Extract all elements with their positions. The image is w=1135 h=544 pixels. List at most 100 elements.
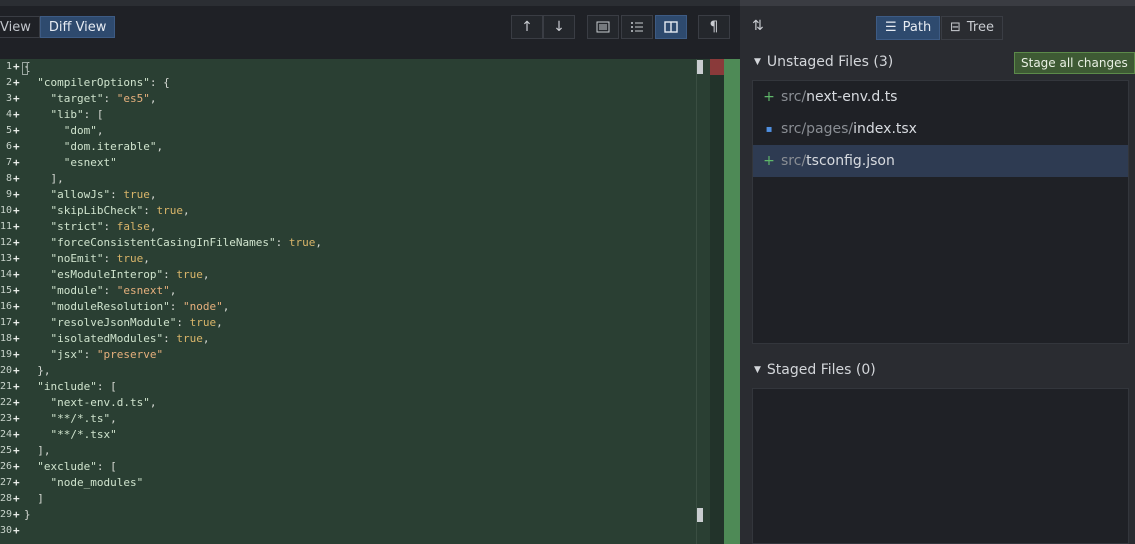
code-text: }, [24,364,51,377]
code-text: "strict": false, [50,220,157,233]
code-line: 8 + ], [0,171,696,187]
code-text: ], [24,172,64,185]
inline-view-icon [596,21,610,33]
line-number: 30 [0,525,13,536]
inline-view-button[interactable] [587,15,619,39]
editor-scrollbar[interactable] [696,59,711,544]
added-file-icon: + [763,89,775,105]
file-name: index.tsx [853,121,917,137]
added-line-icon: + [13,252,20,265]
code-text: ], [24,444,51,457]
stage-all-button[interactable]: Stage all changes [1014,52,1135,74]
code-text: "**/*.tsx" [50,428,117,441]
scroll-marker-top [697,60,703,74]
code-line: 30 + [0,523,696,539]
file-name: tsconfig.json [806,153,895,169]
code-text: "dom.iterable", [63,140,164,153]
line-number: 28 [0,493,13,504]
code-text: "isolatedModules": true, [50,332,210,345]
code-line: 15 + "module": "esnext", [0,283,696,299]
line-number: 22 [0,397,13,408]
file-list-item[interactable]: + src/tsconfig.json [753,145,1128,177]
view-tabs: View Diff View [0,16,116,38]
code-text: "module": "esnext", [50,284,177,297]
code-line: 13 + "noEmit": true, [0,251,696,267]
line-number: 9 [5,189,12,200]
list-icon: ☰ [885,20,897,35]
scroll-marker-bottom [697,508,703,522]
code-line: 1 +{ [0,59,696,75]
code-text: "resolveJsonModule": true, [50,316,223,329]
staged-file-list [752,388,1129,544]
code-text: "esnext" [63,156,117,169]
added-line-icon: + [13,428,20,441]
added-overview [724,59,740,544]
line-number: 20 [0,365,13,376]
added-line-icon: + [13,124,20,137]
code-text: "allowJs": true, [50,188,157,201]
unstaged-file-list: + src/next-env.d.ts ▪ src/pages/index.tsx + s… [752,80,1129,344]
code-text: "moduleResolution": "node", [50,300,230,313]
code-editor[interactable]: 1 +{2 + "compilerOptions": {3 + "target": "… [0,59,710,544]
added-line-icon: + [13,236,20,249]
file-directory: src/ [781,153,807,169]
added-line-icon: + [13,332,20,345]
line-number: 21 [0,381,13,392]
code-text: "node_modules" [50,476,144,489]
line-number: 16 [0,301,13,312]
code-text: "exclude": [ [37,460,117,473]
split-view-button[interactable] [655,15,687,39]
file-directory: src/ [781,89,807,105]
line-number: 19 [0,349,13,360]
unstaged-section-header[interactable]: ▼ Unstaged Files (3) [754,54,893,70]
sort-icon[interactable]: ⇅ [752,18,764,34]
file-list-item[interactable]: + src/next-env.d.ts [753,81,1128,113]
code-line: 5 + "dom", [0,123,696,139]
added-line-icon: + [13,476,20,489]
modified-file-icon: ▪ [765,123,773,135]
line-number: 27 [0,477,13,488]
added-line-icon: + [13,188,20,201]
tab-view[interactable]: View [0,16,40,38]
line-number: 7 [5,157,12,168]
show-whitespace-button[interactable]: ¶ [698,15,730,39]
added-line-icon: + [13,316,20,329]
code-line: 10 + "skipLibCheck": true, [0,203,696,219]
file-list-item[interactable]: ▪ src/pages/index.tsx [753,113,1128,145]
code-text: "forceConsistentCasingInFileNames": true… [50,236,323,249]
code-text: "jsx": "preserve" [50,348,164,361]
code-text: "dom", [63,124,104,137]
line-number: 24 [0,429,13,440]
code-line: 7 + "esnext" [0,155,696,171]
panel-top-strip [740,0,1135,6]
code-line: 2 + "compilerOptions": { [0,75,696,91]
added-line-icon: + [13,76,20,89]
code-line: 11 + "strict": false, [0,219,696,235]
added-line-icon: + [13,364,20,377]
line-number: 10 [0,205,13,216]
code-line: 16 + "moduleResolution": "node", [0,299,696,315]
code-text: "skipLibCheck": true, [50,204,190,217]
tab-diff-view[interactable]: Diff View [39,16,116,38]
code-line: 9 + "allowJs": true, [0,187,696,203]
path-view-button[interactable]: ☰ Path [876,16,941,40]
added-line-icon: + [13,412,20,425]
code-line: 19 + "jsx": "preserve" [0,347,696,363]
list-view-button[interactable] [621,15,653,39]
added-line-icon: + [13,348,20,361]
diff-pane: View Diff View ↑ ↓ ¶ 1 +{2 + "compilerOpti… [0,0,740,544]
added-line-icon: + [13,524,20,537]
tree-view-button[interactable]: ⊟ Tree [941,16,1003,40]
previous-change-button[interactable]: ↑ [511,15,543,39]
added-line-icon: + [13,508,20,521]
line-number: 2 [5,77,12,88]
next-change-button[interactable]: ↓ [543,15,575,39]
added-line-icon: + [13,268,20,281]
file-directory: src/pages/ [781,121,854,137]
staged-section-header[interactable]: ▼ Staged Files (0) [754,362,876,378]
added-line-icon: + [13,460,20,473]
code-text: } [24,508,31,521]
removed-marker [710,59,724,75]
line-number: 14 [0,269,13,280]
code-line: 12 + "forceConsistentCasingInFileNames": … [0,235,696,251]
